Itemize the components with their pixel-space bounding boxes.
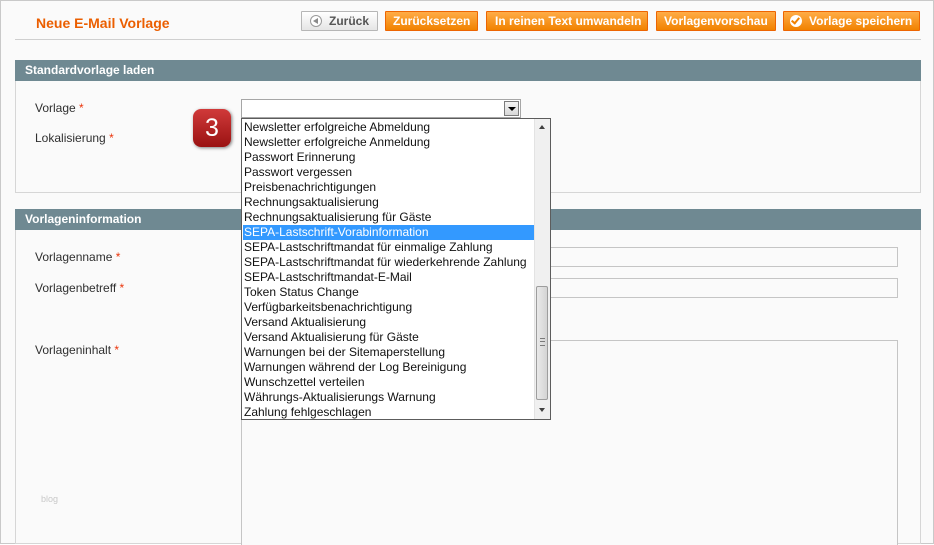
template-content-label: Vorlageninhalt * xyxy=(35,343,119,357)
dropdown-option[interactable]: SEPA-Lastschriftmandat für einmalige Zah… xyxy=(243,240,534,255)
back-button[interactable]: Zurück xyxy=(301,11,378,31)
save-template-button[interactable]: Vorlage speichern xyxy=(783,11,920,31)
dropdown-option[interactable]: Passwort Erinnerung xyxy=(243,150,534,165)
reset-button[interactable]: Zurücksetzen xyxy=(385,11,478,31)
required-mark: * xyxy=(115,250,121,264)
dropdown-option[interactable]: Rechnungsaktualisierung für Gäste xyxy=(243,210,534,225)
template-select[interactable] xyxy=(241,99,521,118)
dropdown-option[interactable]: Newsletter erfolgreiche Abmeldung xyxy=(243,120,534,135)
template-name-label-text: Vorlagenname xyxy=(35,250,113,264)
save-template-label: Vorlage speichern xyxy=(809,14,913,28)
dropdown-option[interactable]: Newsletter erfolgreiche Anmeldung xyxy=(243,135,534,150)
convert-plain-text-label: In reinen Text umwandeln xyxy=(495,14,642,28)
dropdown-option[interactable]: Passwort vergessen xyxy=(243,165,534,180)
template-label-text: Vorlage xyxy=(35,101,76,115)
load-template-section-header: Standardvorlage laden xyxy=(15,60,921,81)
dropdown-option[interactable]: SEPA-Lastschriftmandat-E-Mail xyxy=(243,270,534,285)
checkmark-icon xyxy=(790,15,802,27)
dropdown-option[interactable]: Zahlung fehlgeschlagen xyxy=(243,405,534,419)
template-preview-label: Vorlagenvorschau xyxy=(664,14,768,28)
scrollbar-thumb[interactable] xyxy=(536,286,548,400)
dropdown-option[interactable]: SEPA-Lastschrift-Vorabinformation xyxy=(243,225,534,240)
dropdown-option[interactable]: Rechnungsaktualisierung xyxy=(243,195,534,210)
template-dropdown-list[interactable]: Newsletter erfolgreiche Abmeldung Newslet… xyxy=(241,118,551,420)
back-arrow-icon xyxy=(310,15,322,27)
template-name-label: Vorlagenname * xyxy=(35,250,120,264)
page-header: Neue E-Mail Vorlage Zurück Zurücksetzen … xyxy=(1,1,933,39)
page-title: Neue E-Mail Vorlage xyxy=(36,15,170,31)
grip-icon xyxy=(540,338,545,346)
template-subject-label-text: Vorlagenbetreff xyxy=(35,281,117,295)
template-content-label-text: Vorlageninhalt xyxy=(35,343,112,357)
page-frame: Neue E-Mail Vorlage Zurück Zurücksetzen … xyxy=(0,0,934,545)
dropdown-option[interactable]: Token Status Change xyxy=(243,285,534,300)
required-mark: * xyxy=(114,343,120,357)
dropdown-option[interactable]: Preisbenachrichtigungen xyxy=(243,180,534,195)
scroll-up-arrow-icon[interactable] xyxy=(535,120,550,135)
convert-plain-text-button[interactable]: In reinen Text umwandeln xyxy=(486,11,648,31)
dropdown-scrollbar[interactable] xyxy=(534,119,550,419)
required-mark: * xyxy=(79,101,84,115)
dropdown-option[interactable]: SEPA-Lastschriftmandat für wiederkehrend… xyxy=(243,255,534,270)
locale-label-text: Lokalisierung xyxy=(35,131,106,145)
watermark-text: blog xyxy=(41,494,59,504)
back-button-label: Zurück xyxy=(329,14,370,28)
required-mark: * xyxy=(119,281,125,295)
header-divider xyxy=(15,39,921,40)
reset-button-label: Zurücksetzen xyxy=(393,14,471,28)
template-subject-label: Vorlagenbetreff * xyxy=(35,281,124,295)
locale-label: Lokalisierung * xyxy=(35,131,114,145)
step-number-badge: 3 xyxy=(193,109,231,147)
dropdown-option[interactable]: Warnungen bei der Sitemaperstellung xyxy=(243,345,534,360)
template-label: Vorlage * xyxy=(35,101,84,115)
required-mark: * xyxy=(109,131,114,145)
dropdown-option[interactable]: Warnungen während der Log Bereinigung xyxy=(243,360,534,375)
scroll-down-arrow-icon[interactable] xyxy=(535,403,550,418)
dropdown-option[interactable]: Verfügbarkeitsbenachrichtigung xyxy=(243,300,534,315)
dropdown-option[interactable]: Währungs-Aktualisierungs Warnung xyxy=(243,390,534,405)
template-preview-button[interactable]: Vorlagenvorschau xyxy=(656,11,776,31)
dropdown-option[interactable]: Wunschzettel verteilen xyxy=(243,375,534,390)
dropdown-option[interactable]: Versand Aktualisierung für Gäste xyxy=(243,330,534,345)
dropdown-option[interactable]: Versand Aktualisierung xyxy=(243,315,534,330)
chevron-down-icon[interactable] xyxy=(504,101,519,116)
